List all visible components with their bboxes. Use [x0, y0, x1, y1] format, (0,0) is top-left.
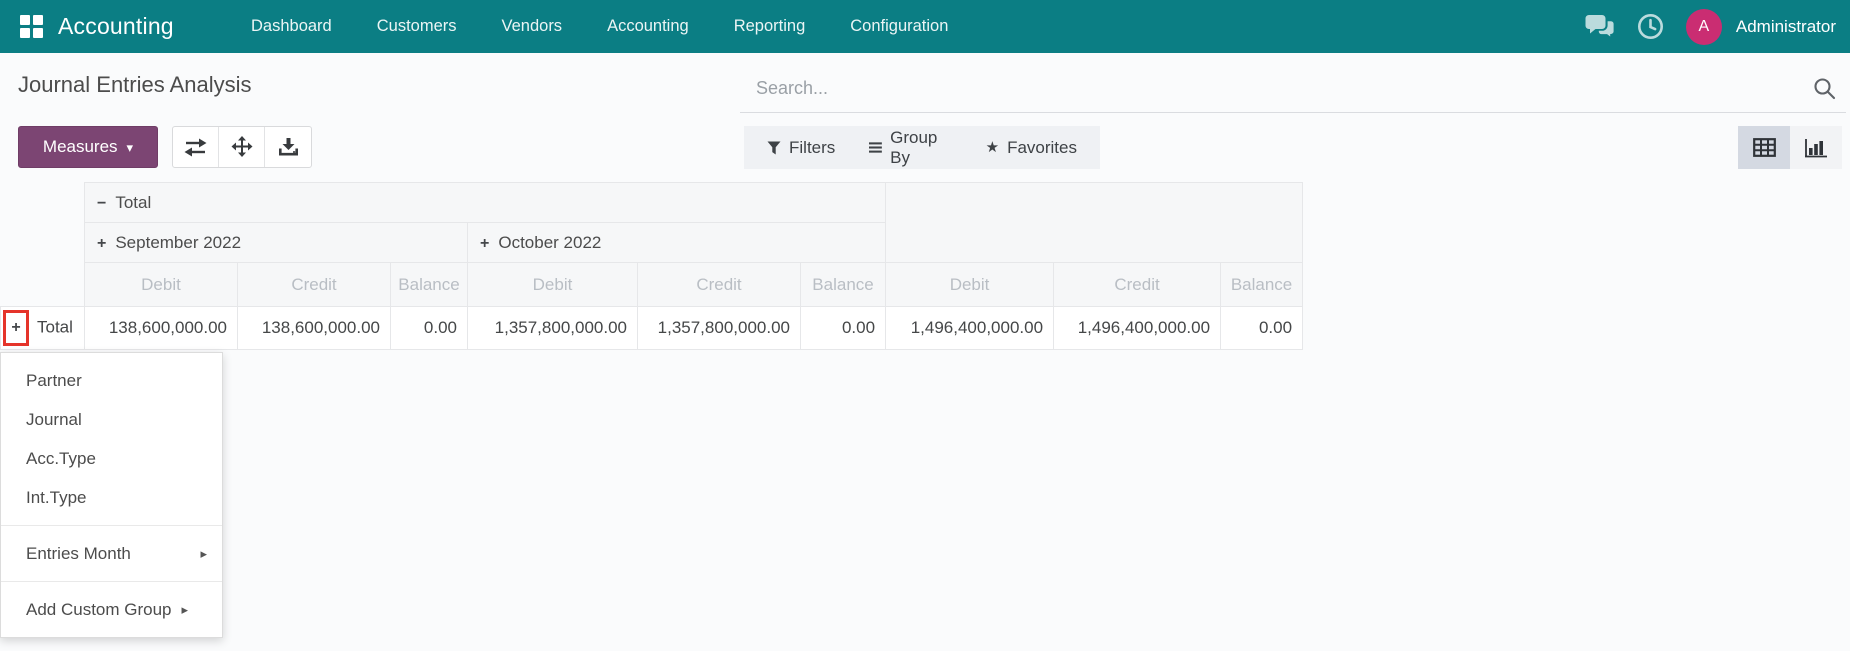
submenu-arrow-icon: ▸	[200, 545, 207, 561]
add-custom-group-label: Add Custom Group	[26, 599, 172, 619]
pivot-view-button[interactable]	[1738, 126, 1790, 169]
september-label: September 2022	[115, 232, 242, 252]
menu-item-add-custom-group[interactable]: Add Custom Group ▸	[1, 590, 222, 629]
search-filter-bar: Filters Group By ★ Favorites	[744, 126, 1100, 169]
col-header-total[interactable]: − Total	[83, 182, 887, 223]
entries-month-label: Entries Month	[26, 543, 131, 563]
pivot-table: − Total + September 2022 + October 2022 Deb…	[0, 182, 1304, 350]
user-avatar[interactable]: A	[1685, 8, 1722, 45]
row-header-total[interactable]: + Total	[0, 306, 85, 350]
pivot-corner-cell	[1, 183, 85, 223]
groupby-dropdown-menu: Partner Journal Acc.Type Int.Type Entrie…	[0, 352, 223, 638]
app-name[interactable]: Accounting	[58, 0, 174, 53]
measures-label: Measures	[42, 137, 118, 156]
favorites-button[interactable]: ★ Favorites	[969, 126, 1094, 169]
caret-down-icon: ▾	[126, 140, 134, 155]
measure-header-credit[interactable]: Credit	[1053, 262, 1222, 307]
measure-header-balance[interactable]: Balance	[1220, 262, 1304, 307]
search-input[interactable]	[740, 78, 1813, 99]
activities-clock-icon[interactable]	[1637, 13, 1664, 40]
search-bar	[740, 65, 1846, 113]
cell-total-debit: 1,496,400,000.00	[885, 306, 1055, 350]
measure-header-debit[interactable]: Debit	[885, 262, 1055, 307]
expand-icon: +	[97, 234, 107, 252]
main-menu: Dashboard Customers Vendors Accounting R…	[251, 0, 948, 53]
cell-total-balance: 0.00	[1220, 306, 1304, 350]
pivot-toolbar	[172, 126, 312, 168]
cell-september-balance: 0.00	[390, 306, 468, 350]
top-navbar: Accounting Dashboard Customers Vendors A…	[0, 0, 1850, 53]
user-name[interactable]: Administrator	[1736, 17, 1836, 37]
cell-total-credit: 1,496,400,000.00	[1053, 306, 1222, 350]
october-label: October 2022	[498, 232, 602, 252]
view-switcher	[1738, 126, 1842, 169]
nav-item-dashboard[interactable]: Dashboard	[251, 17, 332, 36]
menu-item-acc-type[interactable]: Acc.Type	[1, 439, 222, 478]
measure-header-debit[interactable]: Debit	[467, 262, 638, 307]
col-header-empty-cell	[885, 182, 1304, 263]
expand-row-button-highlighted[interactable]: +	[3, 310, 29, 346]
filters-button[interactable]: Filters	[750, 126, 852, 169]
download-button[interactable]	[265, 127, 311, 167]
nav-item-accounting[interactable]: Accounting	[607, 17, 689, 36]
group-by-button[interactable]: Group By	[852, 126, 968, 169]
menu-item-entries-month[interactable]: Entries Month ▸	[1, 534, 222, 573]
col-header-total-label: Total	[115, 192, 152, 212]
filters-label: Filters	[789, 137, 836, 157]
measures-button[interactable]: Measures ▾	[18, 126, 158, 168]
row-total-label: Total	[37, 317, 73, 337]
messages-icon[interactable]	[1585, 14, 1615, 39]
graph-view-button[interactable]	[1790, 126, 1842, 169]
apps-grid-icon[interactable]	[20, 15, 43, 38]
funnel-icon	[767, 141, 781, 154]
nav-item-configuration[interactable]: Configuration	[850, 17, 948, 36]
collapse-icon: −	[97, 194, 107, 212]
star-icon: ★	[985, 138, 1000, 156]
cell-september-debit: 138,600,000.00	[84, 306, 238, 350]
bars-icon	[869, 142, 883, 153]
flip-axis-button[interactable]	[173, 127, 219, 167]
measure-header-credit[interactable]: Credit	[237, 262, 391, 307]
nav-item-vendors[interactable]: Vendors	[502, 17, 563, 36]
screen: Accounting Dashboard Customers Vendors A…	[0, 0, 1850, 651]
cell-october-debit: 1,357,800,000.00	[467, 306, 638, 350]
expand-icon: +	[480, 234, 490, 252]
nav-item-reporting[interactable]: Reporting	[734, 17, 806, 36]
cell-september-credit: 138,600,000.00	[237, 306, 391, 350]
col-header-september-2022[interactable]: + September 2022	[84, 222, 468, 263]
navbar-right: A Administrator	[1585, 0, 1836, 53]
measure-header-balance[interactable]: Balance	[799, 262, 887, 307]
nav-item-customers[interactable]: Customers	[377, 17, 457, 36]
menu-item-partner[interactable]: Partner	[1, 361, 222, 400]
pivot-corner-cell	[1, 223, 85, 263]
submenu-arrow-icon: ▸	[181, 601, 189, 617]
bar-chart-icon	[1805, 138, 1827, 157]
cell-october-balance: 0.00	[799, 306, 887, 350]
grid-icon	[1752, 138, 1776, 157]
page-title: Journal Entries Analysis	[18, 72, 252, 97]
menu-item-int-type[interactable]: Int.Type	[1, 478, 222, 517]
menu-divider	[1, 581, 222, 582]
pivot-corner-cell	[1, 263, 85, 307]
measure-header-credit[interactable]: Credit	[637, 262, 801, 307]
menu-divider	[1, 525, 222, 526]
search-icon[interactable]	[1813, 77, 1836, 100]
group-by-label: Group By	[890, 127, 938, 167]
expand-all-button[interactable]	[219, 127, 265, 167]
menu-item-journal[interactable]: Journal	[1, 400, 222, 439]
favorites-label: Favorites	[1007, 137, 1077, 157]
cell-october-credit: 1,357,800,000.00	[637, 306, 801, 350]
measure-header-debit[interactable]: Debit	[84, 262, 238, 307]
measure-header-balance[interactable]: Balance	[390, 262, 468, 307]
col-header-october-2022[interactable]: + October 2022	[466, 222, 887, 263]
